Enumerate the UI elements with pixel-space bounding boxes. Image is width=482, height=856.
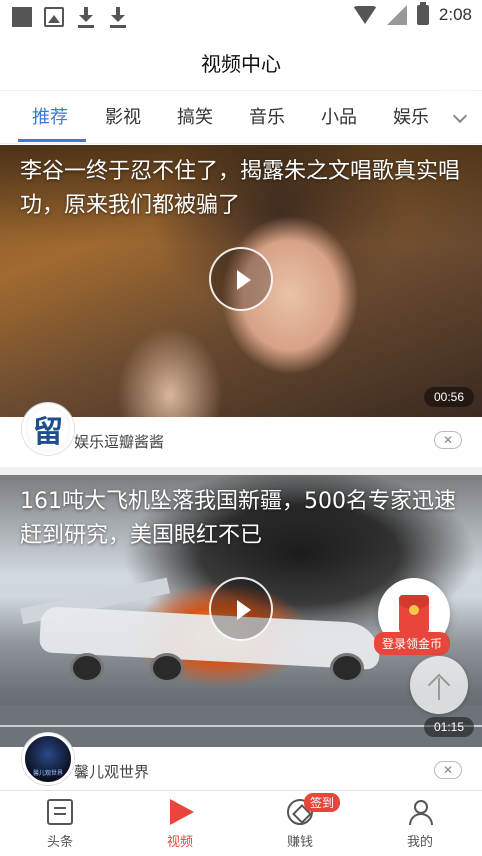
download-icon — [76, 6, 96, 28]
video-play-icon — [170, 799, 194, 825]
video-meta: 留 娱乐逗瓣酱酱 ✕ — [0, 403, 482, 467]
author-name[interactable]: 馨儿观世界 — [74, 761, 149, 782]
avatar[interactable]: 馨儿观世界 — [22, 733, 74, 785]
video-card[interactable]: 李谷一终于忍不住了，揭露朱之文唱歌真实唱功，原来我们都被骗了 00:56 留 娱… — [0, 145, 482, 467]
runway-shape — [0, 705, 482, 747]
checkin-badge[interactable]: 签到 — [304, 793, 341, 812]
user-icon — [407, 799, 433, 825]
plane-engine-shape — [330, 653, 364, 683]
envelope-shape — [399, 595, 429, 633]
tab-funny[interactable]: 搞笑 — [177, 103, 213, 129]
author-name[interactable]: 娱乐逗瓣酱酱 — [74, 431, 164, 452]
plane-engine-shape — [70, 653, 104, 683]
avatar-logo: 留 — [33, 415, 63, 450]
tab-entertainment[interactable]: 娱乐 — [393, 103, 429, 129]
system-icons: 2:08 — [352, 2, 472, 25]
coin-label[interactable]: 登录领金币 — [374, 632, 451, 655]
login-coin-widget[interactable]: 登录领金币 — [374, 578, 468, 658]
wifi-icon — [352, 6, 377, 24]
battery-charging-icon — [416, 2, 429, 25]
avatar-logo: 馨儿观世界 — [32, 769, 63, 777]
nav-me[interactable]: 我的 — [360, 791, 480, 856]
status-bar: 2:08 — [0, 0, 482, 34]
tab-recommend[interactable]: 推荐 — [32, 103, 68, 129]
no-signal-icon — [386, 5, 407, 25]
tab-film[interactable]: 影视 — [105, 103, 141, 129]
tab-sketch[interactable]: 小品 — [321, 103, 357, 129]
nav-label: 赚钱 — [286, 835, 313, 850]
video-title[interactable]: 李谷一终于忍不住了，揭露朱之文唱歌真实唱功，原来我们都被骗了 — [20, 155, 464, 223]
video-duration: 01:15 — [423, 717, 474, 737]
nav-label: 头条 — [46, 835, 73, 850]
title-bar: 视频中心 — [0, 34, 482, 90]
plane-engine-shape — [150, 653, 184, 683]
more-tabs-button[interactable] — [440, 91, 482, 143]
nav-earn[interactable]: 签到 赚钱 — [240, 791, 360, 856]
nav-label: 视频 — [166, 835, 193, 850]
dismiss-button[interactable]: ✕ — [434, 761, 462, 779]
nav-label: 我的 — [406, 835, 433, 850]
app-notification-icon — [12, 7, 32, 27]
category-tabs: 推荐 影视 搞笑 音乐 小品 娱乐 — [0, 90, 482, 144]
chevron-down-icon — [452, 108, 468, 124]
nav-headlines[interactable]: 头条 — [0, 791, 120, 856]
clock: 2:08 — [438, 5, 472, 24]
page-title: 视频中心 — [201, 51, 281, 76]
news-icon — [47, 799, 73, 825]
download-icon — [108, 6, 128, 28]
video-duration: 00:56 — [423, 387, 474, 407]
card-divider — [0, 467, 482, 475]
scroll-to-top-icon[interactable] — [410, 656, 468, 714]
avatar[interactable]: 留 — [22, 403, 74, 455]
video-thumbnail[interactable]: 李谷一终于忍不住了，揭露朱之文唱歌真实唱功，原来我们都被骗了 00:56 — [0, 145, 482, 417]
active-tab-indicator — [18, 139, 86, 142]
video-title[interactable]: 161吨大飞机坠落我国新疆，500名专家迅速赶到研究，美国眼红不已 — [20, 485, 464, 553]
play-icon[interactable] — [209, 577, 273, 641]
play-icon[interactable] — [209, 247, 273, 311]
close-icon: ✕ — [442, 763, 454, 777]
close-icon: ✕ — [442, 433, 454, 447]
dismiss-button[interactable]: ✕ — [434, 431, 462, 449]
bottom-nav: 头条 视频 签到 赚钱 我的 — [0, 790, 482, 856]
tab-music[interactable]: 音乐 — [249, 103, 285, 129]
image-notification-icon — [44, 7, 64, 27]
nav-video[interactable]: 视频 — [120, 791, 240, 856]
notification-icons — [12, 6, 128, 28]
